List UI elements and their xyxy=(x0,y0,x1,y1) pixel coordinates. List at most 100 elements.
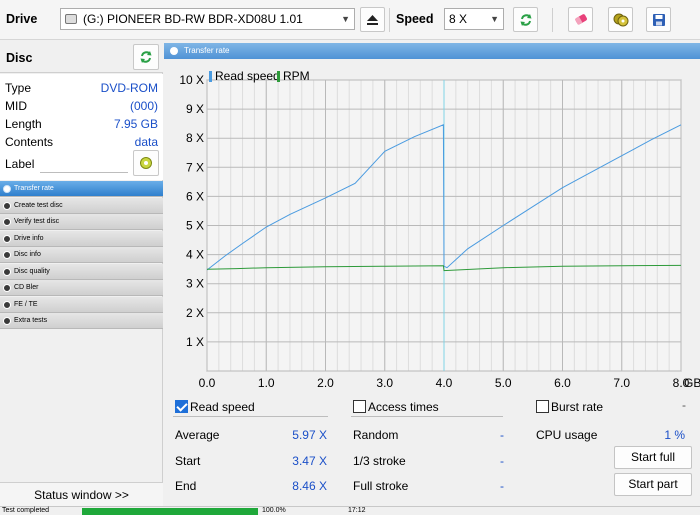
erase-button[interactable] xyxy=(568,7,593,32)
nav-item-label: Verify test disc xyxy=(14,218,60,225)
nav-item-drive-info[interactable]: Drive info xyxy=(0,230,163,247)
disc-contents-key: Contents xyxy=(5,135,54,149)
x-tick-label: 3.0 xyxy=(376,376,393,390)
start-part-button[interactable]: Start part xyxy=(614,473,692,496)
nav-item-create-test-disc[interactable]: Create test disc xyxy=(0,197,163,214)
y-tick-label: 8 X xyxy=(186,131,204,145)
nav-item-extra-tests[interactable]: Extra tests xyxy=(0,313,163,329)
disc-length-row: Length 7.95 GB xyxy=(0,115,163,133)
read-speed-checkbox[interactable] xyxy=(175,400,188,413)
access-times-checkbox[interactable] xyxy=(353,400,366,413)
progress-bar xyxy=(82,508,258,515)
nav-item-disc-info[interactable]: Disc info xyxy=(0,247,163,263)
refresh-disc-button[interactable] xyxy=(133,44,159,70)
burst-rate-checkbox[interactable] xyxy=(536,400,549,413)
nav-item-label: Drive info xyxy=(14,234,44,242)
transfer-rate-titlebar: Transfer rate xyxy=(164,43,700,59)
divider xyxy=(351,416,503,417)
status-window-button[interactable]: Status window >> xyxy=(0,482,163,506)
test-icon xyxy=(3,267,11,276)
average-label: Average xyxy=(175,428,220,442)
disc-type-row: Type DVD-ROM xyxy=(0,79,163,97)
y-tick-label: 9 X xyxy=(186,102,204,116)
end-label: End xyxy=(175,479,197,493)
disc-length-key: Length xyxy=(5,117,42,131)
x-tick-label: 2.0 xyxy=(317,376,334,390)
nav-item-label: Disc quality xyxy=(14,267,50,275)
nav-item-cd-bler[interactable]: CD Bler xyxy=(0,280,163,296)
chevron-down-icon: ▼ xyxy=(490,14,499,24)
save-button[interactable] xyxy=(646,7,671,32)
burst-rate-value: - xyxy=(682,398,686,412)
eject-icon xyxy=(367,14,378,25)
nav-item-fe-te[interactable]: FE / TE xyxy=(0,296,163,313)
disc-label-key: Label xyxy=(5,157,35,171)
third-stroke-value: - xyxy=(500,454,504,468)
disc-label-input[interactable] xyxy=(40,153,128,173)
apply-label-button[interactable] xyxy=(133,150,159,176)
drive-disc-icon xyxy=(65,14,77,24)
x-tick-label: 5.0 xyxy=(495,376,512,390)
disc-header: Disc xyxy=(0,41,163,73)
y-tick-label: 2 X xyxy=(186,306,204,320)
x-tick-label: 6.0 xyxy=(554,376,571,390)
test-nav: Transfer rate Create test disc Verify test… xyxy=(0,181,163,330)
refresh-speed-button[interactable] xyxy=(513,7,538,32)
disc-mid-row: MID (000) xyxy=(0,97,163,115)
nav-item-verify-test-disc[interactable]: Verify test disc xyxy=(0,214,163,230)
test-icon xyxy=(3,218,11,226)
y-tick-label: 3 X xyxy=(186,277,204,291)
divider xyxy=(173,416,328,417)
y-tick-label: 10 X xyxy=(179,73,204,87)
copy-disc-button[interactable] xyxy=(608,7,633,32)
x-tick-label: 7.0 xyxy=(613,376,630,390)
disc-mid-value: (000) xyxy=(129,99,158,113)
test-icon xyxy=(3,251,11,259)
nav-item-label: Create test disc xyxy=(14,201,63,209)
eject-button[interactable] xyxy=(360,7,385,32)
x-tick-label: 4.0 xyxy=(436,376,453,390)
full-stroke-value: - xyxy=(500,479,504,493)
disc-mid-key: MID xyxy=(5,99,27,113)
left-panel: Disc Type DVD-ROM MID (000) Length 7.95 … xyxy=(0,41,163,506)
speed-select-value: 8 X xyxy=(449,12,468,26)
start-full-button[interactable]: Start full xyxy=(614,446,692,469)
main-panel: Transfer rate 1 X 2 X 3 X 4 X 5 X 6 X 7 X 8 X 9 … xyxy=(164,41,700,506)
disc-length-value: 7.95 GB xyxy=(113,117,158,131)
status-bar: Test completed 100.0% 17:12 xyxy=(0,506,700,515)
toolbar-separator xyxy=(552,8,553,32)
third-stroke-label: 1/3 stroke xyxy=(353,454,406,468)
cpu-usage-value: 1 % xyxy=(664,428,685,442)
legend-label-read-speed: Read speed xyxy=(215,69,280,83)
disc-type-key: Type xyxy=(5,81,32,95)
x-axis-unit-label: GB xyxy=(684,376,700,390)
y-tick-label: 1 X xyxy=(186,335,204,349)
nav-item-transfer-rate[interactable]: Transfer rate xyxy=(0,181,163,197)
test-icon xyxy=(3,185,11,193)
test-icon xyxy=(3,317,11,325)
panel-title-text: Transfer rate xyxy=(184,46,230,55)
refresh-icon xyxy=(140,51,152,63)
speed-select[interactable]: 8 X ▼ xyxy=(444,8,504,30)
elapsed-time: 17:12 xyxy=(348,507,366,514)
test-icon xyxy=(3,234,11,243)
legend-label-rpm: RPM xyxy=(283,69,310,83)
disc-type-value: DVD-ROM xyxy=(100,81,158,95)
drive-select-value: (G:) PIONEER BD-RW BDR-XD08U 1.01 xyxy=(83,12,303,26)
disc-contents-value: data xyxy=(134,135,158,149)
refresh-icon xyxy=(520,13,531,26)
progress-text: 100.0% xyxy=(262,507,286,514)
y-tick-label: 4 X xyxy=(186,248,204,262)
y-tick-label: 5 X xyxy=(186,219,204,233)
disc-title: Disc xyxy=(6,51,33,65)
test-icon xyxy=(3,284,11,292)
random-value: - xyxy=(500,428,504,442)
nav-item-label: FE / TE xyxy=(14,300,38,308)
speed-label: Speed xyxy=(396,12,434,26)
y-tick-label: 7 X xyxy=(186,160,204,174)
drive-select[interactable]: (G:) PIONEER BD-RW BDR-XD08U 1.01 ▼ xyxy=(60,8,355,30)
drive-label: Drive xyxy=(6,12,38,26)
disc-contents-row: Contents data xyxy=(0,133,163,151)
nav-item-disc-quality[interactable]: Disc quality xyxy=(0,263,163,280)
toolbar: Drive (G:) PIONEER BD-RW BDR-XD08U 1.01 … xyxy=(0,0,700,40)
